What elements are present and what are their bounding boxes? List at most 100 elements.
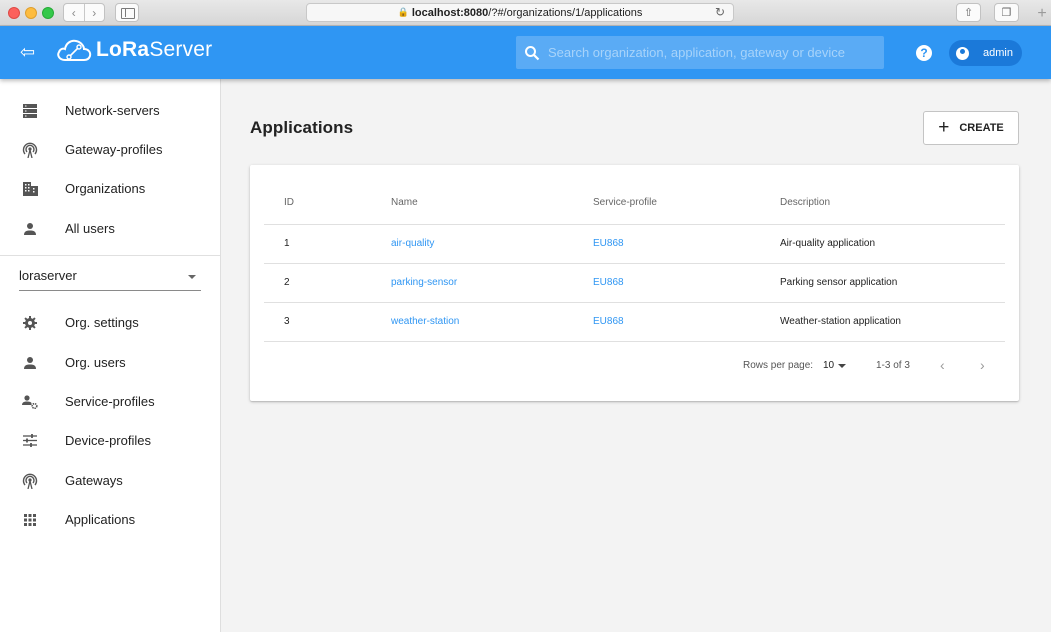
share-icon[interactable]: ⇧ [956, 3, 981, 22]
column-header-description[interactable]: Description [780, 182, 1005, 225]
create-button[interactable]: + CREATE [923, 111, 1019, 145]
sidebar-item-device-profiles[interactable]: Device-profiles [0, 421, 220, 460]
service-profile-link[interactable]: EU868 [593, 238, 624, 249]
table-row[interactable]: 1 air-quality EU868 Air-quality applicat… [264, 224, 1005, 264]
table-row[interactable]: 3 weather-station EU868 Weather-station … [264, 302, 1005, 342]
menu-collapse-icon[interactable]: ⇦ [20, 43, 35, 61]
application-link[interactable]: air-quality [391, 238, 434, 249]
rows-per-page-select[interactable]: 10 [823, 360, 834, 371]
table-row[interactable]: 2 parking-sensor EU868 Parking sensor ap… [264, 263, 1005, 303]
tabs-icon[interactable]: ❐ [994, 3, 1019, 22]
column-header-name[interactable]: Name [391, 182, 593, 225]
zoom-window-button[interactable] [42, 7, 54, 19]
gear-icon [22, 315, 38, 331]
application-link[interactable]: weather-station [391, 316, 459, 327]
history-nav: ‹ › [63, 3, 105, 22]
browser-toolbar: ‹ › 🔒 localhost:8080/?#/organizations/1/… [0, 0, 1051, 26]
cell-service-profile: EU868 [593, 224, 780, 264]
cell-description: Weather-station application [780, 302, 1005, 342]
dropdown-arrow-icon[interactable] [838, 364, 846, 368]
user-name: admin [983, 47, 1013, 59]
page-title: Applications [250, 118, 354, 137]
applications-card: ID Name Service-profile Description 1 ai… [250, 165, 1019, 401]
cell-id: 1 [264, 224, 391, 264]
back-icon[interactable]: ‹ [64, 4, 85, 21]
sidebar: Network-servers Gateway-profiles Organiz… [0, 79, 221, 632]
chevron-down-icon [188, 275, 196, 279]
sidebar-item-all-users[interactable]: All users [0, 209, 220, 248]
organization-select[interactable]: loraserver [19, 264, 201, 291]
cloud-logo-icon [57, 39, 92, 61]
sidebar-item-gateways[interactable]: Gateways [0, 461, 220, 500]
url-host: localhost:8080 [411, 6, 489, 19]
logo-text: LoRaServer [96, 38, 213, 61]
cell-name: air-quality [391, 224, 593, 264]
tune-icon [22, 433, 38, 449]
cell-id: 3 [264, 302, 391, 342]
cell-name: weather-station [391, 302, 593, 342]
new-tab-icon[interactable]: + [1033, 4, 1051, 26]
cell-service-profile: EU868 [593, 302, 780, 342]
create-button-label: CREATE [959, 122, 1004, 134]
account-settings-icon [22, 394, 38, 410]
sidebar-item-label: Org. settings [65, 315, 139, 330]
cell-name: parking-sensor [391, 263, 593, 303]
domain-icon [22, 181, 38, 197]
account-circle-icon [956, 46, 969, 60]
search-box [516, 36, 884, 69]
sidebar-item-label: Org. users [65, 355, 126, 370]
cell-description: Air-quality application [780, 224, 1005, 264]
sidebar-item-organizations[interactable]: Organizations [0, 169, 220, 208]
chevron-left-icon[interactable]: ‹ [940, 357, 945, 373]
logo[interactable]: LoRaServer [56, 37, 212, 63]
sidebar-item-network-servers[interactable]: Network-servers [0, 91, 220, 130]
sidebar-item-label: Service-profiles [65, 394, 155, 409]
sidebar-item-label: Gateway-profiles [65, 142, 163, 157]
column-header-service-profile[interactable]: Service-profile [593, 182, 780, 225]
address-bar[interactable]: 🔒 localhost:8080/?#/organizations/1/appl… [306, 3, 734, 22]
user-menu-button[interactable]: admin [949, 40, 1022, 66]
sidebar-divider [0, 255, 220, 256]
cell-service-profile: EU868 [593, 263, 780, 303]
sidebar-item-label: Organizations [65, 181, 146, 196]
sidebar-item-service-profiles[interactable]: Service-profiles [0, 382, 220, 421]
applications-table: ID Name Service-profile Description 1 ai… [264, 182, 1005, 342]
sidebar-item-org-users[interactable]: Org. users [0, 343, 220, 382]
minimize-window-button[interactable] [25, 7, 37, 19]
reload-icon[interactable]: ↻ [715, 5, 725, 19]
table-header-row: ID Name Service-profile Description [264, 182, 1005, 225]
radio-tower-icon [22, 142, 38, 158]
close-window-button[interactable] [8, 7, 20, 19]
table-pagination: Rows per page: 10 1-3 of 3 ‹ › [250, 353, 1019, 377]
sidebar-item-label: Applications [65, 512, 136, 527]
service-profile-link[interactable]: EU868 [593, 316, 624, 327]
help-icon[interactable]: ? [916, 45, 932, 61]
server-icon [22, 103, 38, 119]
application-link[interactable]: parking-sensor [391, 277, 457, 288]
search-input[interactable] [548, 45, 868, 60]
search-icon [525, 45, 540, 60]
plus-icon: + [938, 117, 950, 138]
app-header: ⇦ LoRaServer ? admin [0, 26, 1051, 79]
sidebar-toggle-icon[interactable] [115, 3, 139, 22]
sidebar-item-gateway-profiles[interactable]: Gateway-profiles [0, 130, 220, 169]
sidebar-item-label: Device-profiles [65, 433, 151, 448]
service-profile-link[interactable]: EU868 [593, 277, 624, 288]
apps-grid-icon [22, 512, 38, 528]
person-icon [22, 355, 38, 371]
sidebar-item-org-settings[interactable]: Org. settings [0, 303, 220, 342]
sidebar-item-label: Network-servers [65, 103, 160, 118]
url-path: /?#/organizations/1/applications [488, 6, 643, 19]
organization-select-value: loraserver [19, 268, 77, 283]
sidebar-item-label: All users [65, 221, 115, 236]
sidebar-item-applications[interactable]: Applications [0, 500, 220, 539]
main-content: Applications + CREATE ID Name Service-pr… [221, 79, 1051, 632]
chevron-right-icon[interactable]: › [980, 357, 985, 373]
column-header-id[interactable]: ID [264, 182, 391, 225]
forward-icon[interactable]: › [85, 4, 105, 21]
person-icon [22, 221, 38, 237]
cell-id: 2 [264, 263, 391, 303]
radio-tower-icon [22, 473, 38, 489]
cell-description: Parking sensor application [780, 263, 1005, 303]
pagination-range: 1-3 of 3 [876, 360, 910, 371]
